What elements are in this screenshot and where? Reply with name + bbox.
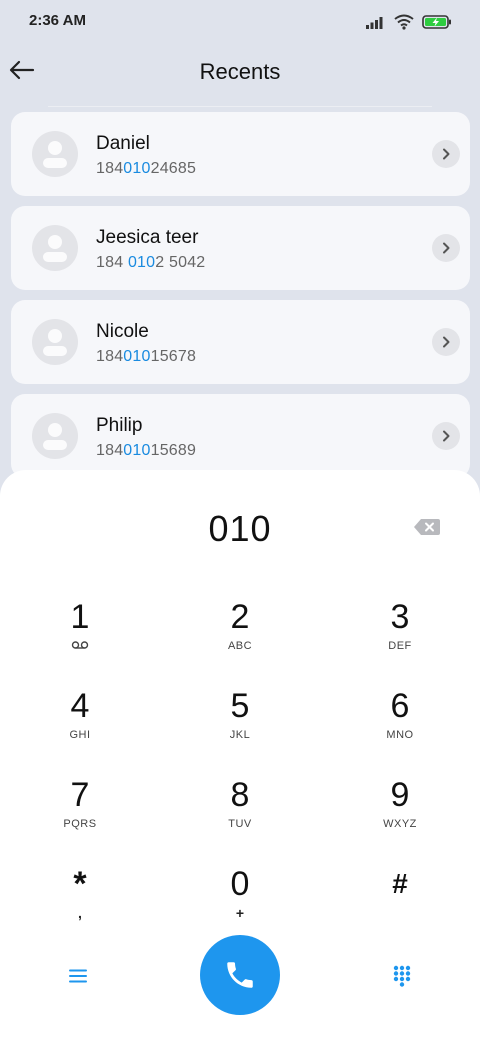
header-divider [48, 106, 432, 107]
backspace-icon [414, 519, 440, 535]
avatar [32, 225, 78, 271]
chevron-right-icon [443, 148, 450, 160]
key-star[interactable]: * , [20, 865, 140, 945]
key-9[interactable]: 9 WXYZ [340, 776, 460, 856]
key-5[interactable]: 5 JKL [180, 687, 300, 767]
status-time: 2:36 AM [29, 12, 86, 29]
contact-card-jeesica-teer[interactable]: Jeesica teer 184 0102 5042 [11, 206, 470, 290]
contact-name: Nicole [96, 321, 149, 342]
contact-details-button[interactable] [432, 234, 460, 262]
contact-card-philip[interactable]: Philip 18401015689 [11, 394, 470, 478]
contact-name: Jeesica teer [96, 227, 199, 248]
matched-digits: 010 [127, 254, 156, 271]
recent-contacts-list: Daniel 18401024685 Jeesica teer 184 0102… [11, 112, 470, 488]
header: Recents [0, 44, 480, 100]
keypad-grid-icon [393, 965, 411, 987]
phone-icon [227, 962, 253, 988]
voicemail-icon [20, 640, 140, 654]
key-hash[interactable]: # [340, 865, 460, 945]
contact-number: 184 0102 5042 [96, 254, 206, 271]
contact-name: Philip [96, 415, 143, 436]
backspace-button[interactable] [412, 516, 442, 538]
bottom-action-bar [0, 934, 480, 1018]
menu-icon [69, 969, 87, 983]
status-bar: 2:36 AM [0, 0, 480, 44]
contact-card-nicole[interactable]: Nicole 18401015678 [11, 300, 470, 384]
key-4[interactable]: 4 GHI [20, 687, 140, 767]
key-8[interactable]: 8 TUV [180, 776, 300, 856]
key-7[interactable]: 7 PQRS [20, 776, 140, 856]
matched-digits: 010 [123, 160, 151, 177]
matched-digits: 010 [123, 442, 151, 459]
chevron-right-icon [443, 336, 450, 348]
contact-details-button[interactable] [432, 140, 460, 168]
chevron-right-icon [443, 242, 450, 254]
contact-number: 18401015678 [96, 348, 197, 365]
status-icons [366, 12, 452, 32]
battery-charging-icon [422, 15, 451, 29]
key-0[interactable]: 0 + [180, 865, 300, 945]
signal-icon [366, 17, 383, 29]
contact-name: Daniel [96, 133, 150, 154]
key-6[interactable]: 6 MNO [340, 687, 460, 767]
contact-number: 18401024685 [96, 160, 197, 177]
matched-digits: 010 [123, 348, 151, 365]
page-title: Recents [199, 59, 281, 84]
avatar [32, 131, 78, 177]
call-button[interactable] [200, 935, 280, 1015]
contact-card-daniel[interactable]: Daniel 18401024685 [11, 112, 470, 196]
avatar [32, 413, 78, 459]
contact-details-button[interactable] [432, 328, 460, 356]
menu-button[interactable] [62, 962, 94, 990]
contact-number: 18401015689 [96, 442, 197, 459]
dialed-number-display[interactable]: 010 [0, 508, 480, 550]
avatar [32, 319, 78, 365]
wifi-icon [394, 14, 414, 30]
keypad-toggle-button[interactable] [386, 960, 418, 992]
chevron-right-icon [443, 430, 450, 442]
key-3[interactable]: 3 DEF [340, 598, 460, 678]
contact-details-button[interactable] [432, 422, 460, 450]
key-2[interactable]: 2 ABC [180, 598, 300, 678]
key-1[interactable]: 1 [20, 598, 140, 678]
